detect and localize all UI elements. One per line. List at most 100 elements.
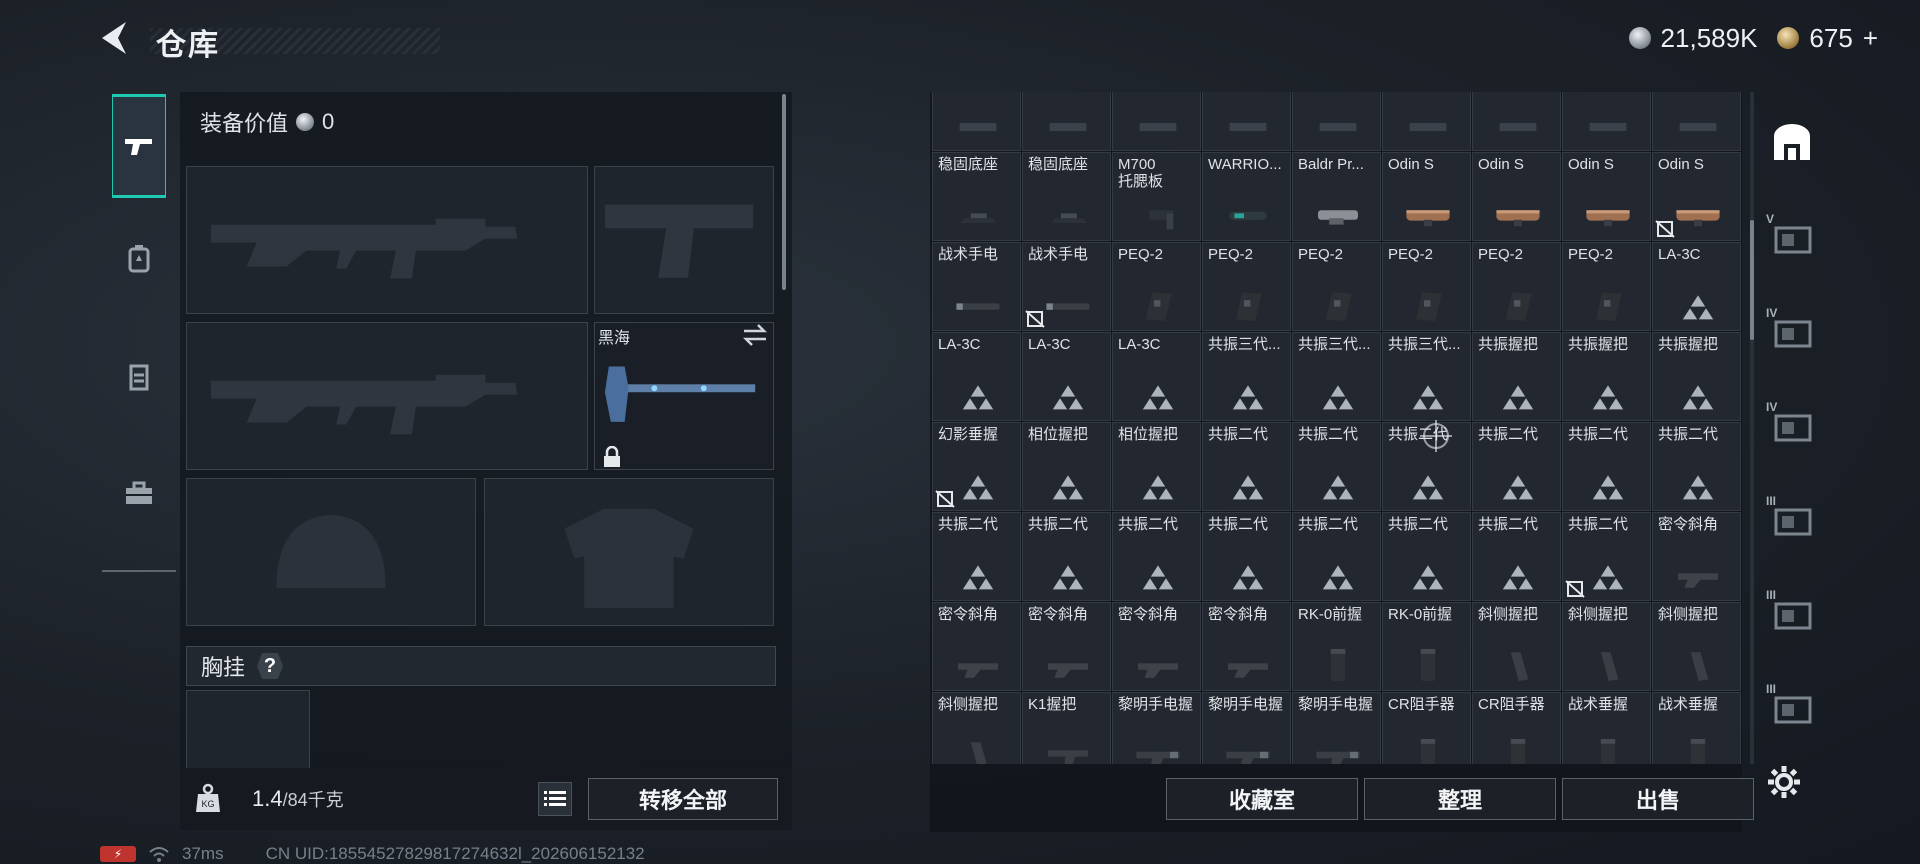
tab-case[interactable] <box>112 444 166 544</box>
stash-item[interactable]: 共振三代... <box>1382 332 1471 421</box>
stash-item[interactable] <box>1112 92 1201 151</box>
stash-item[interactable]: 相位握把 <box>1112 422 1201 511</box>
collection-room-button[interactable]: 收藏室 <box>1166 778 1358 820</box>
stash-item[interactable]: 共振握把 <box>1562 332 1651 421</box>
stash-item[interactable]: 共振二代 <box>1112 512 1201 601</box>
stash-item[interactable] <box>1022 92 1111 151</box>
stash-item[interactable]: 战术手电 <box>1022 242 1111 331</box>
stash-item[interactable]: M700 托腮板 <box>1112 152 1201 241</box>
add-currency-button[interactable]: + <box>1863 23 1878 54</box>
sidearm-slot[interactable] <box>594 166 774 314</box>
stash-item[interactable]: Odin S <box>1382 152 1471 241</box>
stash-item[interactable]: 共振三代... <box>1202 332 1291 421</box>
stash-item[interactable]: 战术手电 <box>932 242 1021 331</box>
stash-item[interactable]: LA-3C <box>1652 242 1741 331</box>
stash-item[interactable]: RK-0前握 <box>1382 602 1471 691</box>
stash-item[interactable] <box>1202 92 1291 151</box>
stash-item[interactable]: CR阻手器 <box>1472 692 1561 764</box>
stash-item[interactable]: 共振二代 <box>1652 422 1741 511</box>
stash-item[interactable]: Odin S <box>1652 152 1741 241</box>
stash-item[interactable]: 共振握把 <box>1472 332 1561 421</box>
stash-item[interactable]: 密令斜角 <box>1112 602 1201 691</box>
stash-item[interactable]: Odin S <box>1472 152 1561 241</box>
stash-item[interactable]: PEQ-2 <box>1292 242 1381 331</box>
stash-item[interactable] <box>1562 92 1651 151</box>
stash-all-icon <box>1774 124 1810 160</box>
transfer-all-button[interactable]: 转移全部 <box>588 778 778 820</box>
stash-item[interactable]: 共振三代... <box>1292 332 1381 421</box>
helmet-slot[interactable] <box>186 478 476 626</box>
stash-item[interactable]: WARRIO... <box>1202 152 1291 241</box>
stash-item[interactable]: 幻影垂握 <box>932 422 1021 511</box>
stash-item[interactable]: 共振二代 <box>1562 422 1651 511</box>
back-arrow-icon[interactable] <box>96 18 140 58</box>
sell-button[interactable]: 出售 <box>1562 778 1754 820</box>
stash-item[interactable]: 共振二代 <box>1202 512 1291 601</box>
stash-item[interactable]: PEQ-2 <box>1382 242 1471 331</box>
help-button[interactable]: ? <box>257 653 284 679</box>
stash-item[interactable]: CR阻手器 <box>1382 692 1471 764</box>
tab-armor[interactable] <box>112 326 166 426</box>
stash-item[interactable]: PEQ-2 <box>1112 242 1201 331</box>
stash-item[interactable] <box>1472 92 1561 151</box>
stash-item[interactable]: 相位握把 <box>1022 422 1111 511</box>
stash-item[interactable]: PEQ-2 <box>1472 242 1561 331</box>
stash-item[interactable]: LA-3C <box>1112 332 1201 421</box>
stash-item[interactable] <box>1652 92 1741 151</box>
stash-item[interactable]: 稳固底座 <box>932 152 1021 241</box>
stash-item[interactable]: 共振二代 <box>932 512 1021 601</box>
stash-item[interactable]: 黎明手电握 <box>1292 692 1381 764</box>
stash-item[interactable]: Baldr Pr... <box>1292 152 1381 241</box>
stash-item[interactable]: 密令斜角 <box>1022 602 1111 691</box>
stash-item[interactable]: 斜侧握把 <box>1562 602 1651 691</box>
rarity-filter-tab[interactable]: IV <box>1764 398 1820 458</box>
sort-button[interactable]: 整理 <box>1364 778 1556 820</box>
stash-item[interactable]: PEQ-2 <box>1202 242 1291 331</box>
stash-item[interactable]: LA-3C <box>932 332 1021 421</box>
swap-icon[interactable] <box>740 322 770 348</box>
armor-slot[interactable] <box>484 478 774 626</box>
stash-item[interactable]: 共振二代 <box>1382 512 1471 601</box>
stash-item[interactable]: LA-3C <box>1022 332 1111 421</box>
loadout-scrollbar[interactable] <box>782 94 786 290</box>
stash-item[interactable]: 共振二代 <box>1562 512 1651 601</box>
stash-item[interactable]: 密令斜角 <box>1202 602 1291 691</box>
rarity-filter-tab[interactable]: V <box>1764 210 1820 270</box>
stash-item[interactable]: 斜侧握把 <box>1472 602 1561 691</box>
rarity-filter-tab[interactable]: III <box>1764 680 1820 740</box>
stash-item[interactable]: 稳固底座 <box>1022 152 1111 241</box>
stash-item[interactable]: 共振二代 <box>1202 422 1291 511</box>
stash-item[interactable]: 共振握把 <box>1652 332 1741 421</box>
stash-item[interactable]: 共振二代 <box>1472 422 1561 511</box>
stash-item[interactable]: 密令斜角 <box>1652 512 1741 601</box>
tab-weapons[interactable] <box>112 94 166 198</box>
primary-weapon-slot[interactable] <box>186 166 588 314</box>
stash-item[interactable]: 黎明手电握 <box>1112 692 1201 764</box>
stash-item[interactable]: 战术垂握 <box>1652 692 1741 764</box>
stash-item[interactable] <box>1292 92 1381 151</box>
stash-item[interactable]: 共振二代 <box>1292 422 1381 511</box>
stash-item[interactable]: K1握把 <box>1022 692 1111 764</box>
stash-item[interactable]: 密令斜角 <box>932 602 1021 691</box>
tab-backpack[interactable] <box>112 208 166 308</box>
stash-item[interactable]: Odin S <box>1562 152 1651 241</box>
stash-item[interactable]: 斜侧握把 <box>1652 602 1741 691</box>
chest-rig-slot[interactable] <box>186 690 310 770</box>
stash-item[interactable]: 共振二代 <box>1292 512 1381 601</box>
stash-item[interactable]: 斜侧握把 <box>932 692 1021 764</box>
stash-item[interactable]: RK-0前握 <box>1292 602 1381 691</box>
settings-gear-icon[interactable] <box>1766 764 1802 800</box>
stash-item[interactable]: 黎明手电握 <box>1202 692 1291 764</box>
list-view-button[interactable] <box>538 782 572 816</box>
stash-item[interactable]: 共振二代 <box>1472 512 1561 601</box>
filter-all[interactable] <box>1764 112 1820 172</box>
rarity-filter-tab[interactable]: IV <box>1764 304 1820 364</box>
rarity-filter-tab[interactable]: III <box>1764 492 1820 552</box>
stash-item[interactable] <box>1382 92 1471 151</box>
stash-item[interactable]: 战术垂握 <box>1562 692 1651 764</box>
stash-item[interactable] <box>932 92 1021 151</box>
stash-item[interactable]: 共振二代 <box>1022 512 1111 601</box>
rarity-filter-tab[interactable]: III <box>1764 586 1820 646</box>
stash-item[interactable]: PEQ-2 <box>1562 242 1651 331</box>
secondary-weapon-slot[interactable] <box>186 322 588 470</box>
